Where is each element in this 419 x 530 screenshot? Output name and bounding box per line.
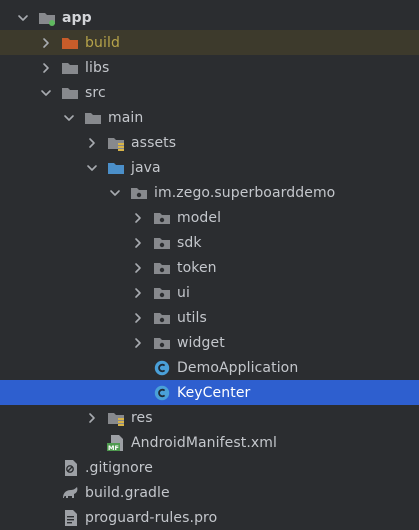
source-folder-icon [107, 160, 125, 176]
tree-item-label: java [131, 159, 161, 176]
chevron-down-icon[interactable] [108, 186, 122, 200]
tree-item-ui[interactable]: ui [0, 280, 419, 305]
tree-item-label: model [177, 209, 222, 226]
tree-item-label: AndroidManifest.xml [131, 434, 278, 451]
chevron-right-icon[interactable] [39, 61, 53, 75]
tree-item-app[interactable]: app [0, 5, 419, 30]
tree-item-label: sdk [177, 234, 202, 251]
chevron-right-icon[interactable] [131, 236, 145, 250]
chevron-right-icon[interactable] [39, 36, 53, 50]
chevron-right-icon[interactable] [131, 286, 145, 300]
tree-item-label: build [85, 34, 120, 51]
tree-item-label: proguard-rules.pro [85, 509, 218, 526]
package-icon [153, 285, 171, 301]
tree-item-label: main [108, 109, 144, 126]
gradle-file-icon [61, 485, 79, 501]
tree-item-label: im.zego.superboarddemo [154, 184, 336, 201]
package-icon [153, 210, 171, 226]
manifest-file-icon: MF [107, 434, 125, 451]
tree-item-keycenter[interactable]: KeyCenter [0, 380, 419, 405]
tree-item-label: utils [177, 309, 207, 326]
package-icon [153, 260, 171, 276]
tree-item-label: assets [131, 134, 177, 151]
gitignore-file-icon [61, 459, 79, 476]
tree-item-label: libs [85, 59, 110, 76]
tree-item-utils[interactable]: utils [0, 305, 419, 330]
tree-item-label: ui [177, 284, 190, 301]
tree-item-demoapplication[interactable]: DemoApplication [0, 355, 419, 380]
text-file-icon [61, 509, 79, 526]
tree-item-label: build.gradle [85, 484, 170, 501]
java-class-icon [153, 360, 171, 376]
tree-item-res[interactable]: res [0, 405, 419, 430]
chevron-right-icon[interactable] [131, 211, 145, 225]
tree-item-label: DemoApplication [177, 359, 299, 376]
tree-item-label: res [131, 409, 153, 426]
folder-icon [61, 60, 79, 76]
package-icon [153, 235, 171, 251]
tree-item-src[interactable]: src [0, 80, 419, 105]
tree-item-libs[interactable]: libs [0, 55, 419, 80]
tree-item-label: widget [177, 334, 225, 351]
tree-item-sdk[interactable]: sdk [0, 230, 419, 255]
tree-item-androidmanifest-xml[interactable]: MF AndroidManifest.xml [0, 430, 419, 455]
java-class-icon [153, 385, 171, 401]
chevron-right-icon[interactable] [131, 336, 145, 350]
tree-item-label: src [85, 84, 106, 101]
chevron-right-icon[interactable] [85, 136, 99, 150]
package-icon [153, 310, 171, 326]
tree-item-assets[interactable]: assets [0, 130, 419, 155]
tree-item-label: .gitignore [85, 459, 153, 476]
tree-item-widget[interactable]: widget [0, 330, 419, 355]
excluded-folder-icon [61, 35, 79, 51]
package-icon [153, 335, 171, 351]
chevron-right-icon[interactable] [85, 411, 99, 425]
tree-item-proguard-rules-pro[interactable]: proguard-rules.pro [0, 505, 419, 530]
tree-item-java[interactable]: java [0, 155, 419, 180]
tree-item-model[interactable]: model [0, 205, 419, 230]
tree-item-im-zego-superboarddemo[interactable]: im.zego.superboarddemo [0, 180, 419, 205]
tree-item-label: KeyCenter [177, 384, 251, 401]
tree-item-build[interactable]: build [0, 30, 419, 55]
module-folder-icon [38, 10, 56, 26]
chevron-down-icon[interactable] [62, 111, 76, 125]
svg-text:MF: MF [108, 443, 119, 450]
tree-item-gitignore[interactable]: .gitignore [0, 455, 419, 480]
tree-item-build-gradle[interactable]: build.gradle [0, 480, 419, 505]
chevron-down-icon[interactable] [16, 11, 30, 25]
folder-icon [61, 85, 79, 101]
tree-item-label: app [62, 9, 92, 26]
tree-item-label: token [177, 259, 217, 276]
project-tree: app build libs src main assets java im.zego.sup… [0, 0, 419, 526]
chevron-down-icon[interactable] [85, 161, 99, 175]
package-icon [130, 185, 148, 201]
resources-folder-icon [107, 135, 125, 151]
tree-item-token[interactable]: token [0, 255, 419, 280]
tree-item-main[interactable]: main [0, 105, 419, 130]
chevron-down-icon[interactable] [39, 86, 53, 100]
folder-icon [84, 110, 102, 126]
chevron-right-icon[interactable] [131, 311, 145, 325]
resources-folder-icon [107, 410, 125, 426]
chevron-right-icon[interactable] [131, 261, 145, 275]
